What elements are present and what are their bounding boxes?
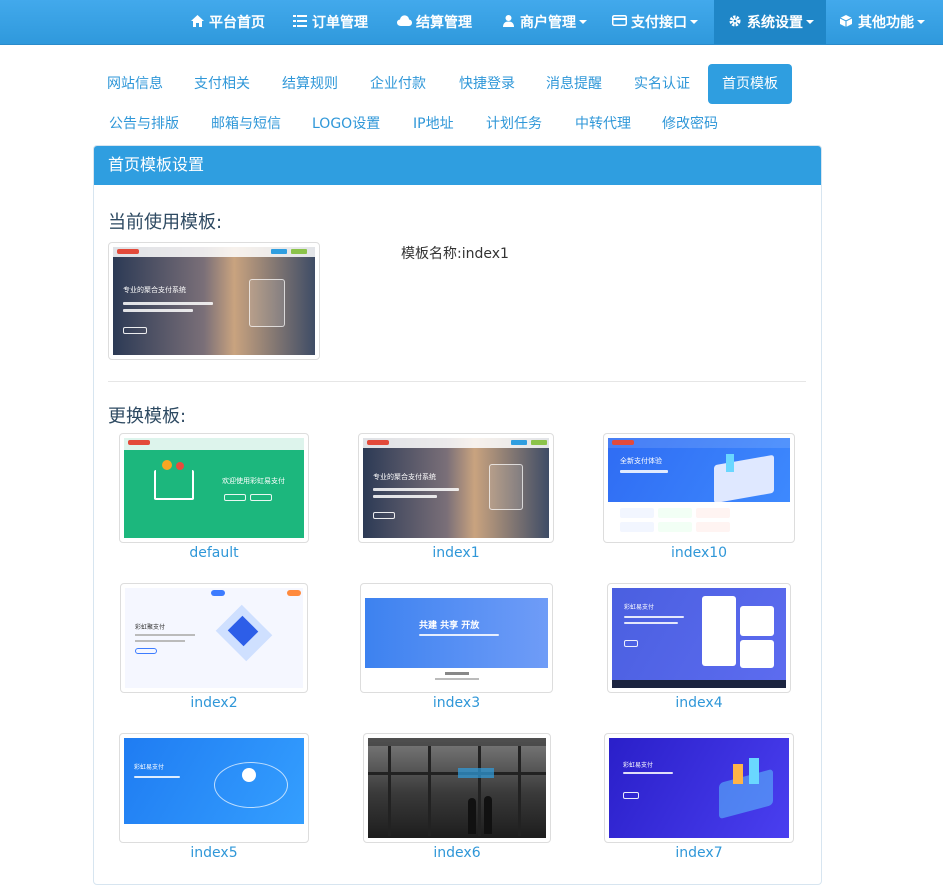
template-name-default[interactable]: default [119, 545, 309, 561]
template-thumbnail-index4[interactable]: 彩虹易支付 [607, 583, 791, 693]
nav-other-label: 其他功能 [858, 15, 914, 31]
tab-password[interactable]: 修改密码 [648, 104, 732, 144]
tab-enterprise-pay[interactable]: 企业付款 [356, 64, 440, 104]
chevron-down-icon [690, 20, 698, 24]
chevron-down-icon [917, 20, 925, 24]
template-name-index7[interactable]: index7 [604, 845, 794, 861]
tab-notifications[interactable]: 消息提醒 [532, 64, 616, 104]
tab-ip[interactable]: IP地址 [399, 104, 468, 144]
template-thumbnail-index3[interactable]: 共建 共享 开放 [360, 583, 553, 693]
template-name-index1[interactable]: index1 [358, 545, 554, 561]
tab-logo[interactable]: LOGO设置 [298, 104, 394, 144]
tab-payment[interactable]: 支付相关 [180, 64, 264, 104]
template-thumbnail-index1[interactable]: 专业的聚合支付系统 [358, 433, 554, 543]
tab-quick-login[interactable]: 快捷登录 [445, 64, 529, 104]
thumb-slogan: 共建 共享 开放 [419, 621, 480, 631]
nav-payment[interactable]: 支付接口 [612, 0, 698, 44]
template-thumbnail-default[interactable]: 欢迎使用彩虹易支付 [119, 433, 309, 543]
tab-announcement[interactable]: 公告与排版 [95, 104, 193, 144]
cube-icon [839, 14, 853, 30]
card-icon [612, 15, 627, 29]
home-icon [190, 14, 204, 30]
tab-cron[interactable]: 计划任务 [472, 104, 556, 144]
current-template-thumbnail: 专业的聚合支付系统 [108, 242, 320, 360]
panel-heading: 首页模板设置 [94, 146, 821, 185]
nav-payment-label: 支付接口 [631, 15, 687, 31]
nav-home-label: 平台首页 [209, 15, 265, 31]
chevron-down-icon [806, 20, 814, 24]
nav-home[interactable]: 平台首页 [190, 0, 265, 44]
template-name-info: 模板名称:index1 [401, 243, 509, 263]
gear-icon [728, 15, 742, 30]
nav-orders-label: 订单管理 [312, 15, 368, 31]
nav-merchants[interactable]: 商户管理 [501, 0, 587, 44]
tab-homepage-template[interactable]: 首页模板 [708, 64, 792, 104]
template-name-index3[interactable]: index3 [360, 695, 553, 711]
user-icon [501, 14, 515, 30]
template-name-index6[interactable]: index6 [363, 845, 551, 861]
thumb-slogan: 专业的聚合支付系统 [123, 286, 186, 294]
change-template-title: 更换模板: [108, 406, 187, 427]
nav-settlement-label: 结算管理 [416, 15, 472, 31]
template-name-index10[interactable]: index10 [603, 545, 795, 561]
template-name-index4[interactable]: index4 [607, 695, 791, 711]
thumb-slogan: 彩虹易支付 [624, 604, 655, 611]
cloud-icon [397, 15, 412, 29]
thumb-slogan: 彩虹聚支付 [135, 624, 166, 631]
tab-settlement-rules[interactable]: 结算规则 [268, 64, 352, 104]
thumb-slogan: 彩虹易支付 [623, 762, 654, 769]
nav-other[interactable]: 其他功能 [839, 0, 925, 44]
nav-system-settings-label: 系统设置 [747, 15, 803, 31]
thumb-slogan: 专业的聚合支付系统 [373, 473, 436, 481]
template-name-value: index1 [461, 246, 509, 262]
template-thumbnail-index10[interactable]: 全新支付体验 [603, 433, 795, 543]
nav-system-settings[interactable]: 系统设置 [714, 0, 826, 44]
template-name-index2[interactable]: index2 [120, 695, 308, 711]
tab-real-name[interactable]: 实名认证 [620, 64, 704, 104]
thumb-slogan: 全新支付体验 [620, 457, 662, 465]
current-template-title: 当前使用模板: [108, 212, 223, 233]
thumb-slogan: 彩虹易支付 [134, 764, 165, 771]
nav-orders[interactable]: 订单管理 [293, 0, 368, 44]
top-navbar: 平台首页 订单管理 结算管理 商户管理 支付接口 系统设置 其他功能 [0, 0, 943, 45]
chevron-down-icon [579, 20, 587, 24]
nav-settlement[interactable]: 结算管理 [397, 0, 472, 44]
template-thumbnail-index6[interactable] [363, 733, 551, 843]
template-thumbnail-index5[interactable]: 彩虹易支付 [119, 733, 309, 843]
template-name-index5[interactable]: index5 [119, 845, 309, 861]
list-icon [293, 14, 307, 30]
template-thumbnail-index2[interactable]: 彩虹聚支付 [120, 583, 308, 693]
nav-merchants-label: 商户管理 [520, 15, 576, 31]
tab-email-sms[interactable]: 邮箱与短信 [197, 104, 295, 144]
tab-proxy[interactable]: 中转代理 [561, 104, 645, 144]
thumb-slogan: 欢迎使用彩虹易支付 [222, 477, 285, 485]
section-divider [108, 381, 806, 382]
template-thumbnail-index7[interactable]: 彩虹易支付 [604, 733, 794, 843]
tab-site-info[interactable]: 网站信息 [93, 64, 177, 104]
template-name-label: 模板名称: [401, 246, 462, 262]
